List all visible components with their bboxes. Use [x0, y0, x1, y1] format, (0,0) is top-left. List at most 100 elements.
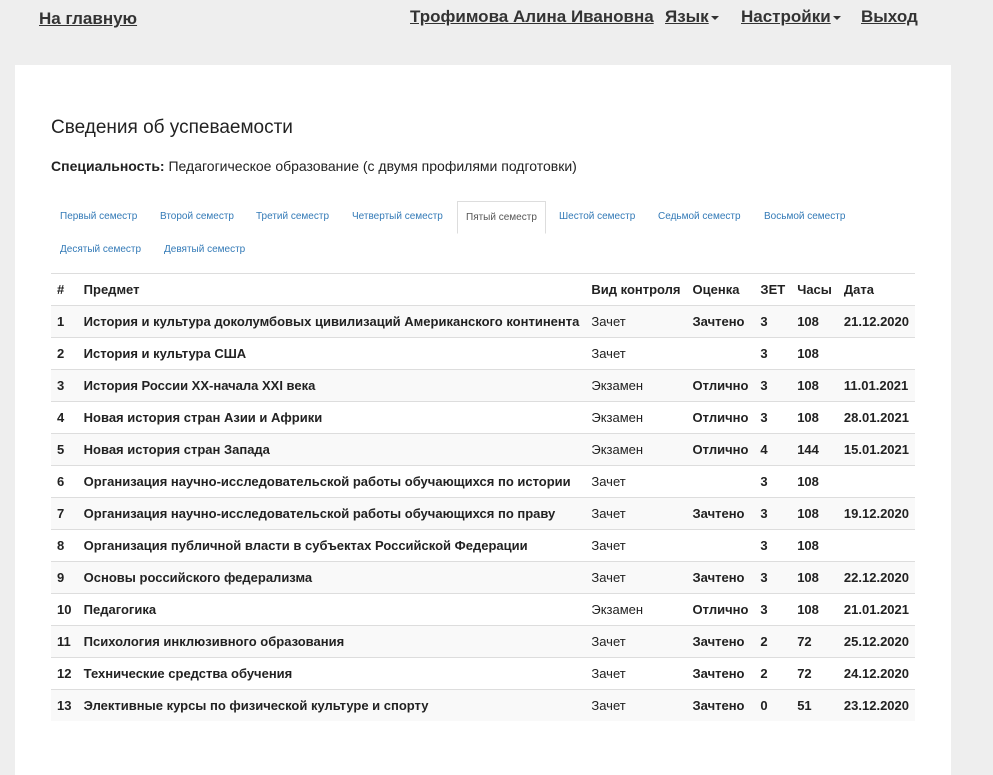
subject-cell: История и культура США	[77, 337, 586, 370]
grade-cell: Отлично	[686, 401, 755, 434]
grades-table: # Предмет Вид контроля Оценка ЗЕТ Часы Д…	[51, 273, 915, 721]
content-panel: Сведения об успеваемости Специальность: …	[15, 65, 951, 775]
row-number-cell: 5	[51, 433, 78, 466]
control-type-cell: Экзамен	[585, 369, 687, 402]
subject-cell: Технические средства обучения	[77, 657, 586, 690]
subject-cell: Основы российского федерализма	[77, 561, 586, 594]
hours-cell: 108	[791, 593, 838, 626]
table-row: 2 История и культура США Зачет 3 108	[51, 337, 915, 370]
row-number-cell: 6	[51, 465, 78, 498]
subject-cell: Организация научно-исследовательской раб…	[77, 497, 586, 530]
grades-table-body: 1 История и культура доколумбовых цивилиз…	[51, 305, 915, 721]
control-type-cell: Зачет	[585, 529, 687, 562]
row-number-cell: 8	[51, 529, 78, 562]
date-cell	[837, 465, 915, 498]
tab-semester-5[interactable]: Пятый семестр	[457, 201, 546, 234]
logout-link[interactable]: Выход	[861, 7, 918, 27]
subject-cell: Педагогика	[77, 593, 586, 626]
control-type-cell: Зачет	[585, 497, 687, 530]
credits-cell: 3	[754, 401, 792, 434]
credits-cell: 2	[754, 657, 792, 690]
table-row: 8 Организация публичной власти в субъекта…	[51, 529, 915, 562]
specialty-value: Педагогическое образование (с двумя проф…	[168, 158, 577, 174]
subject-cell: История и культура доколумбовых цивилиза…	[77, 305, 586, 338]
control-type-cell: Экзамен	[585, 593, 687, 626]
row-number-cell: 1	[51, 305, 78, 338]
hours-cell: 72	[791, 657, 838, 690]
hours-cell: 108	[791, 497, 838, 530]
hours-cell: 108	[791, 369, 838, 402]
credits-cell: 4	[754, 433, 792, 466]
subject-cell: Элективные курсы по физической культуре …	[77, 689, 586, 721]
row-number-cell: 10	[51, 593, 78, 626]
control-type-cell: Зачет	[585, 657, 687, 690]
table-header-row: # Предмет Вид контроля Оценка ЗЕТ Часы Д…	[51, 273, 915, 306]
tab-semester-4[interactable]: Четвертый семестр	[352, 211, 443, 222]
tab-semester-3[interactable]: Третий семестр	[256, 211, 329, 222]
table-row: 4 Новая история стран Азии и Африки Экзаме…	[51, 401, 915, 434]
control-type-cell: Зачет	[585, 305, 687, 338]
date-cell: 25.12.2020	[837, 625, 915, 658]
grade-cell: Зачтено	[686, 497, 755, 530]
tab-semester-2[interactable]: Второй семестр	[160, 211, 234, 222]
date-cell: 23.12.2020	[837, 689, 915, 721]
date-cell: 21.01.2021	[837, 593, 915, 626]
grade-cell: Зачтено	[686, 689, 755, 721]
language-caret-icon	[710, 15, 719, 20]
col-grade-header: Оценка	[686, 273, 755, 306]
hours-cell: 108	[791, 401, 838, 434]
tab-semester-1[interactable]: Первый семестр	[60, 211, 137, 222]
tab-semester-7[interactable]: Седьмой семестр	[658, 211, 741, 222]
col-credits-header: ЗЕТ	[754, 273, 792, 306]
date-cell: 11.01.2021	[837, 369, 915, 402]
grade-cell: Зачтено	[686, 561, 755, 594]
tab-semester-9[interactable]: Девятый семестр	[164, 244, 245, 255]
subject-cell: Новая история стран Азии и Африки	[77, 401, 586, 434]
grade-cell: Отлично	[686, 369, 755, 402]
table-row: 5 Новая история стран Запада Экзамен Отличн…	[51, 433, 915, 466]
credits-cell: 0	[754, 689, 792, 721]
control-type-cell: Зачет	[585, 689, 687, 721]
date-cell	[837, 529, 915, 562]
subject-cell: Организация публичной власти в субъектах…	[77, 529, 586, 562]
date-cell: 24.12.2020	[837, 657, 915, 690]
grade-cell: Зачтено	[686, 625, 755, 658]
hours-cell: 108	[791, 305, 838, 338]
row-number-cell: 7	[51, 497, 78, 530]
date-cell: 21.12.2020	[837, 305, 915, 338]
tab-semester-8[interactable]: Восьмой семестр	[764, 211, 845, 222]
control-type-cell: Зачет	[585, 337, 687, 370]
grade-cell	[686, 529, 755, 562]
credits-cell: 3	[754, 497, 792, 530]
hours-cell: 108	[791, 561, 838, 594]
control-type-cell: Зачет	[585, 465, 687, 498]
home-link[interactable]: На главную	[39, 9, 137, 29]
row-number-cell: 9	[51, 561, 78, 594]
hours-cell: 144	[791, 433, 838, 466]
settings-dropdown[interactable]: Настройки	[741, 7, 841, 27]
hours-cell: 108	[791, 529, 838, 562]
date-cell: 22.12.2020	[837, 561, 915, 594]
col-number-header: #	[51, 273, 78, 306]
col-hours-header: Часы	[791, 273, 838, 306]
user-profile-link[interactable]: Трофимова Алина Ивановна	[410, 7, 654, 27]
credits-cell: 3	[754, 561, 792, 594]
tab-semester-6[interactable]: Шестой семестр	[559, 211, 635, 222]
subject-cell: Новая история стран Запада	[77, 433, 586, 466]
table-row: 12 Технические средства обучения Зачет Зачт…	[51, 657, 915, 690]
credits-cell: 3	[754, 369, 792, 402]
hours-cell: 108	[791, 465, 838, 498]
specialty-line: Специальность: Педагогическое образовани…	[51, 158, 577, 174]
specialty-label: Специальность:	[51, 158, 165, 174]
row-number-cell: 11	[51, 625, 78, 658]
table-row: 7 Организация научно-исследовательской ра…	[51, 497, 915, 530]
date-cell: 28.01.2021	[837, 401, 915, 434]
subject-cell: Психология инклюзивного образования	[77, 625, 586, 658]
settings-caret-icon	[832, 15, 841, 20]
col-subject-header: Предмет	[77, 273, 586, 306]
tab-semester-10[interactable]: Десятый семестр	[60, 244, 141, 255]
table-row: 13 Элективные курсы по физической культур…	[51, 689, 915, 721]
control-type-cell: Зачет	[585, 625, 687, 658]
subject-cell: История России XX-начала XXI века	[77, 369, 586, 402]
language-dropdown[interactable]: Язык	[665, 7, 719, 27]
